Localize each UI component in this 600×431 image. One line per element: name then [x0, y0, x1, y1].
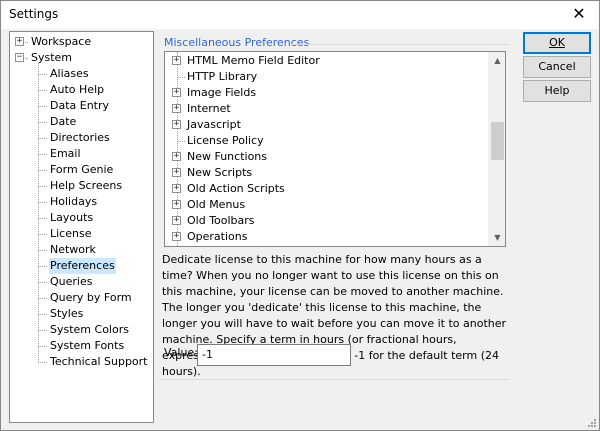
expand-icon[interactable]: +	[172, 104, 181, 113]
tree-connector	[38, 170, 47, 171]
tree-item-label: System	[31, 51, 73, 64]
ok-button[interactable]: OK	[523, 32, 591, 54]
expand-icon[interactable]: +	[172, 120, 181, 129]
expand-icon[interactable]: +	[172, 200, 181, 209]
title-bar[interactable]: Settings ✕	[1, 1, 599, 29]
tree-item-label: Aliases	[50, 67, 89, 80]
preference-list-item-label: Old Menus	[187, 198, 246, 211]
tree-connector	[38, 266, 47, 267]
tree-connector	[25, 58, 28, 59]
resize-grip-icon[interactable]	[585, 416, 597, 428]
tree-connector	[38, 202, 47, 203]
tree-item-label: Holidays	[50, 195, 98, 208]
tree-connector	[177, 77, 185, 78]
tree-connector	[38, 234, 47, 235]
preference-list-item-label: Image Fields	[187, 86, 257, 99]
tree-vertical-connector	[38, 63, 39, 362]
tree-connector	[38, 298, 47, 299]
tree-item-label: Auto Help	[50, 83, 105, 96]
expand-icon[interactable]: +	[15, 37, 24, 46]
tree-connector	[38, 138, 47, 139]
tree-connector	[38, 106, 47, 107]
tree-item-label: Directories	[50, 131, 110, 144]
close-button[interactable]: ✕	[565, 2, 593, 26]
scroll-up-icon[interactable]: ▲	[489, 52, 505, 69]
tree-connector	[38, 122, 47, 123]
tree-item-label: Date	[50, 115, 77, 128]
preference-list-item-label: Old Toolbars	[187, 214, 255, 227]
tree-item-label: Email	[50, 147, 81, 160]
expand-icon[interactable]: +	[172, 88, 181, 97]
scroll-down-icon[interactable]: ▼	[489, 229, 505, 246]
tree-connector	[38, 218, 47, 219]
expand-icon[interactable]: +	[172, 184, 181, 193]
tree-item-label: Workspace	[31, 35, 92, 48]
preference-list-item-label: New Functions	[187, 150, 268, 163]
expand-icon[interactable]: +	[172, 232, 181, 241]
collapse-icon[interactable]: −	[15, 53, 24, 62]
tree-connector	[177, 141, 185, 142]
tree-item-label: Data Entry	[50, 99, 110, 112]
settings-dialog: Settings ✕ + Workspace − System Aliases Auto …	[0, 0, 600, 431]
expand-icon[interactable]: +	[172, 216, 181, 225]
tree-connector	[38, 250, 47, 251]
window-title: Settings	[9, 7, 59, 21]
tree-item-label: System Colors	[50, 323, 129, 336]
preference-list-item-label: Phone Error	[187, 245, 251, 246]
tree-connector	[25, 42, 28, 43]
tree-item-label: System Fonts	[50, 339, 125, 352]
preference-list-item-label: License Policy	[187, 134, 264, 147]
tree-item-label: Preferences	[49, 258, 116, 274]
tree-connector	[38, 314, 47, 315]
value-label: Value:	[164, 346, 198, 359]
help-button[interactable]: Help	[523, 80, 591, 102]
expand-icon[interactable]: +	[172, 56, 181, 65]
preference-list-item-label: Old Action Scripts	[187, 182, 285, 195]
tree-item-label: Network	[50, 243, 96, 256]
preference-list-item-label: New Scripts	[187, 166, 253, 179]
preference-list-item-label: HTML Memo Field Editor	[187, 54, 320, 67]
expand-icon[interactable]: +	[172, 152, 181, 161]
tree-item-label: License	[50, 227, 92, 240]
tree-item-label: Query by Form	[50, 291, 132, 304]
preferences-list[interactable]: + Phone Error + Operations + Old Toolbars + Old…	[164, 51, 506, 247]
tree-item-label: Queries	[50, 275, 93, 288]
tree-connector	[38, 90, 47, 91]
tree-item-label: Form Genie	[50, 163, 114, 176]
cancel-button[interactable]: Cancel	[523, 56, 591, 78]
tree-connector	[38, 154, 47, 155]
tree-item-label: Styles	[50, 307, 84, 320]
preference-list-item-label: Operations	[187, 230, 248, 243]
preference-list-item-label: HTTP Library	[187, 70, 258, 83]
value-input[interactable]: -1	[197, 344, 351, 366]
group-title: Miscellaneous Preferences	[164, 36, 310, 49]
preference-list-item-label: Internet	[187, 102, 231, 115]
tree-connector	[38, 330, 47, 331]
tree-item-label: Technical Support	[50, 355, 148, 368]
tree-connector	[38, 282, 47, 283]
tree-item-label: Layouts	[50, 211, 94, 224]
preference-list-item-label: Javascript	[187, 118, 241, 131]
group-bottom-divider	[159, 379, 509, 380]
tree-connector	[38, 74, 47, 75]
ok-button-label: OK	[549, 36, 565, 49]
tree-item-label: Help Screens	[50, 179, 123, 192]
expand-icon[interactable]: +	[172, 168, 181, 177]
vertical-scrollbar[interactable]: ▲ ▼	[488, 52, 505, 246]
tree-connector	[38, 346, 47, 347]
settings-tree[interactable]: + Workspace − System Aliases Auto Help Data En…	[9, 31, 154, 423]
tree-connector	[38, 186, 47, 187]
group-divider	[291, 44, 509, 45]
scroll-thumb[interactable]	[491, 122, 504, 160]
tree-connector	[38, 362, 47, 363]
